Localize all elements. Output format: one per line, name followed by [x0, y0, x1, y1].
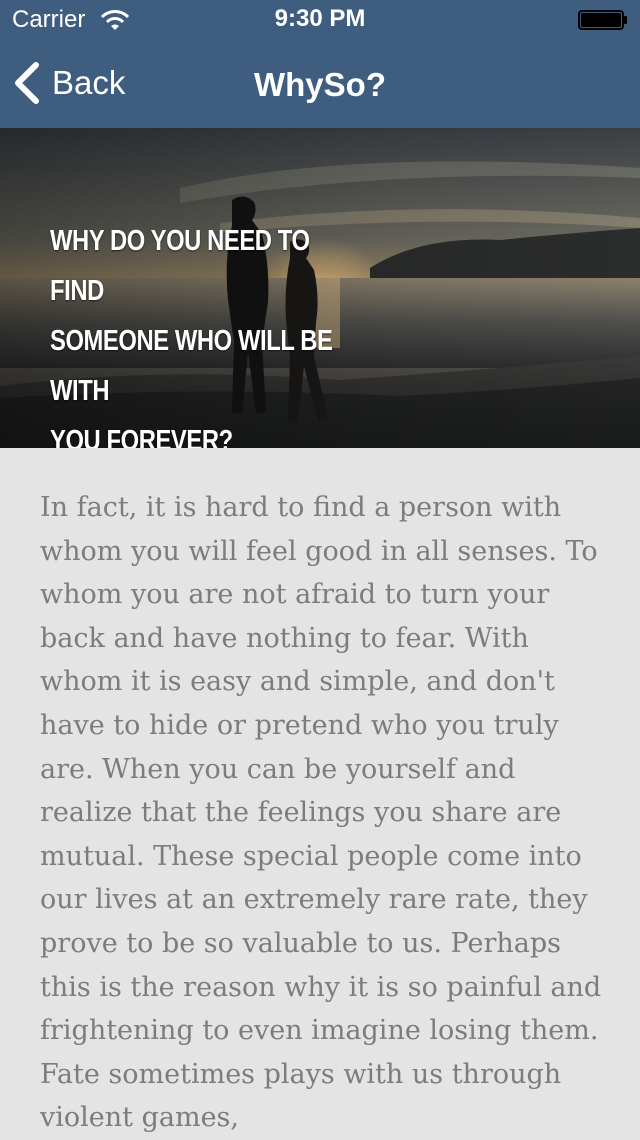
article-body: In fact, it is hard to find a person wit…: [40, 492, 602, 1134]
hero-headline-line: WHY DO YOU NEED TO FIND: [50, 225, 310, 307]
hero-banner: WHY DO YOU NEED TO FIND SOMEONE WHO WILL…: [0, 128, 640, 448]
hero-headline-line: SOMEONE WHO WILL BE WITH: [50, 325, 333, 407]
status-time: 9:30 PM: [274, 5, 366, 32]
top-bar: Carrier 9:30 PM Back WhySo?: [0, 0, 640, 128]
page-title: WhySo?: [254, 66, 386, 103]
hero-headline: WHY DO YOU NEED TO FIND SOMEONE WHO WILL…: [50, 216, 362, 448]
navigation-bar: Back WhySo?: [0, 40, 640, 128]
hero-headline-line: YOU FOREVER?: [50, 425, 233, 448]
battery-icon: [578, 10, 627, 30]
status-bar: Carrier 9:30 PM: [0, 0, 640, 40]
